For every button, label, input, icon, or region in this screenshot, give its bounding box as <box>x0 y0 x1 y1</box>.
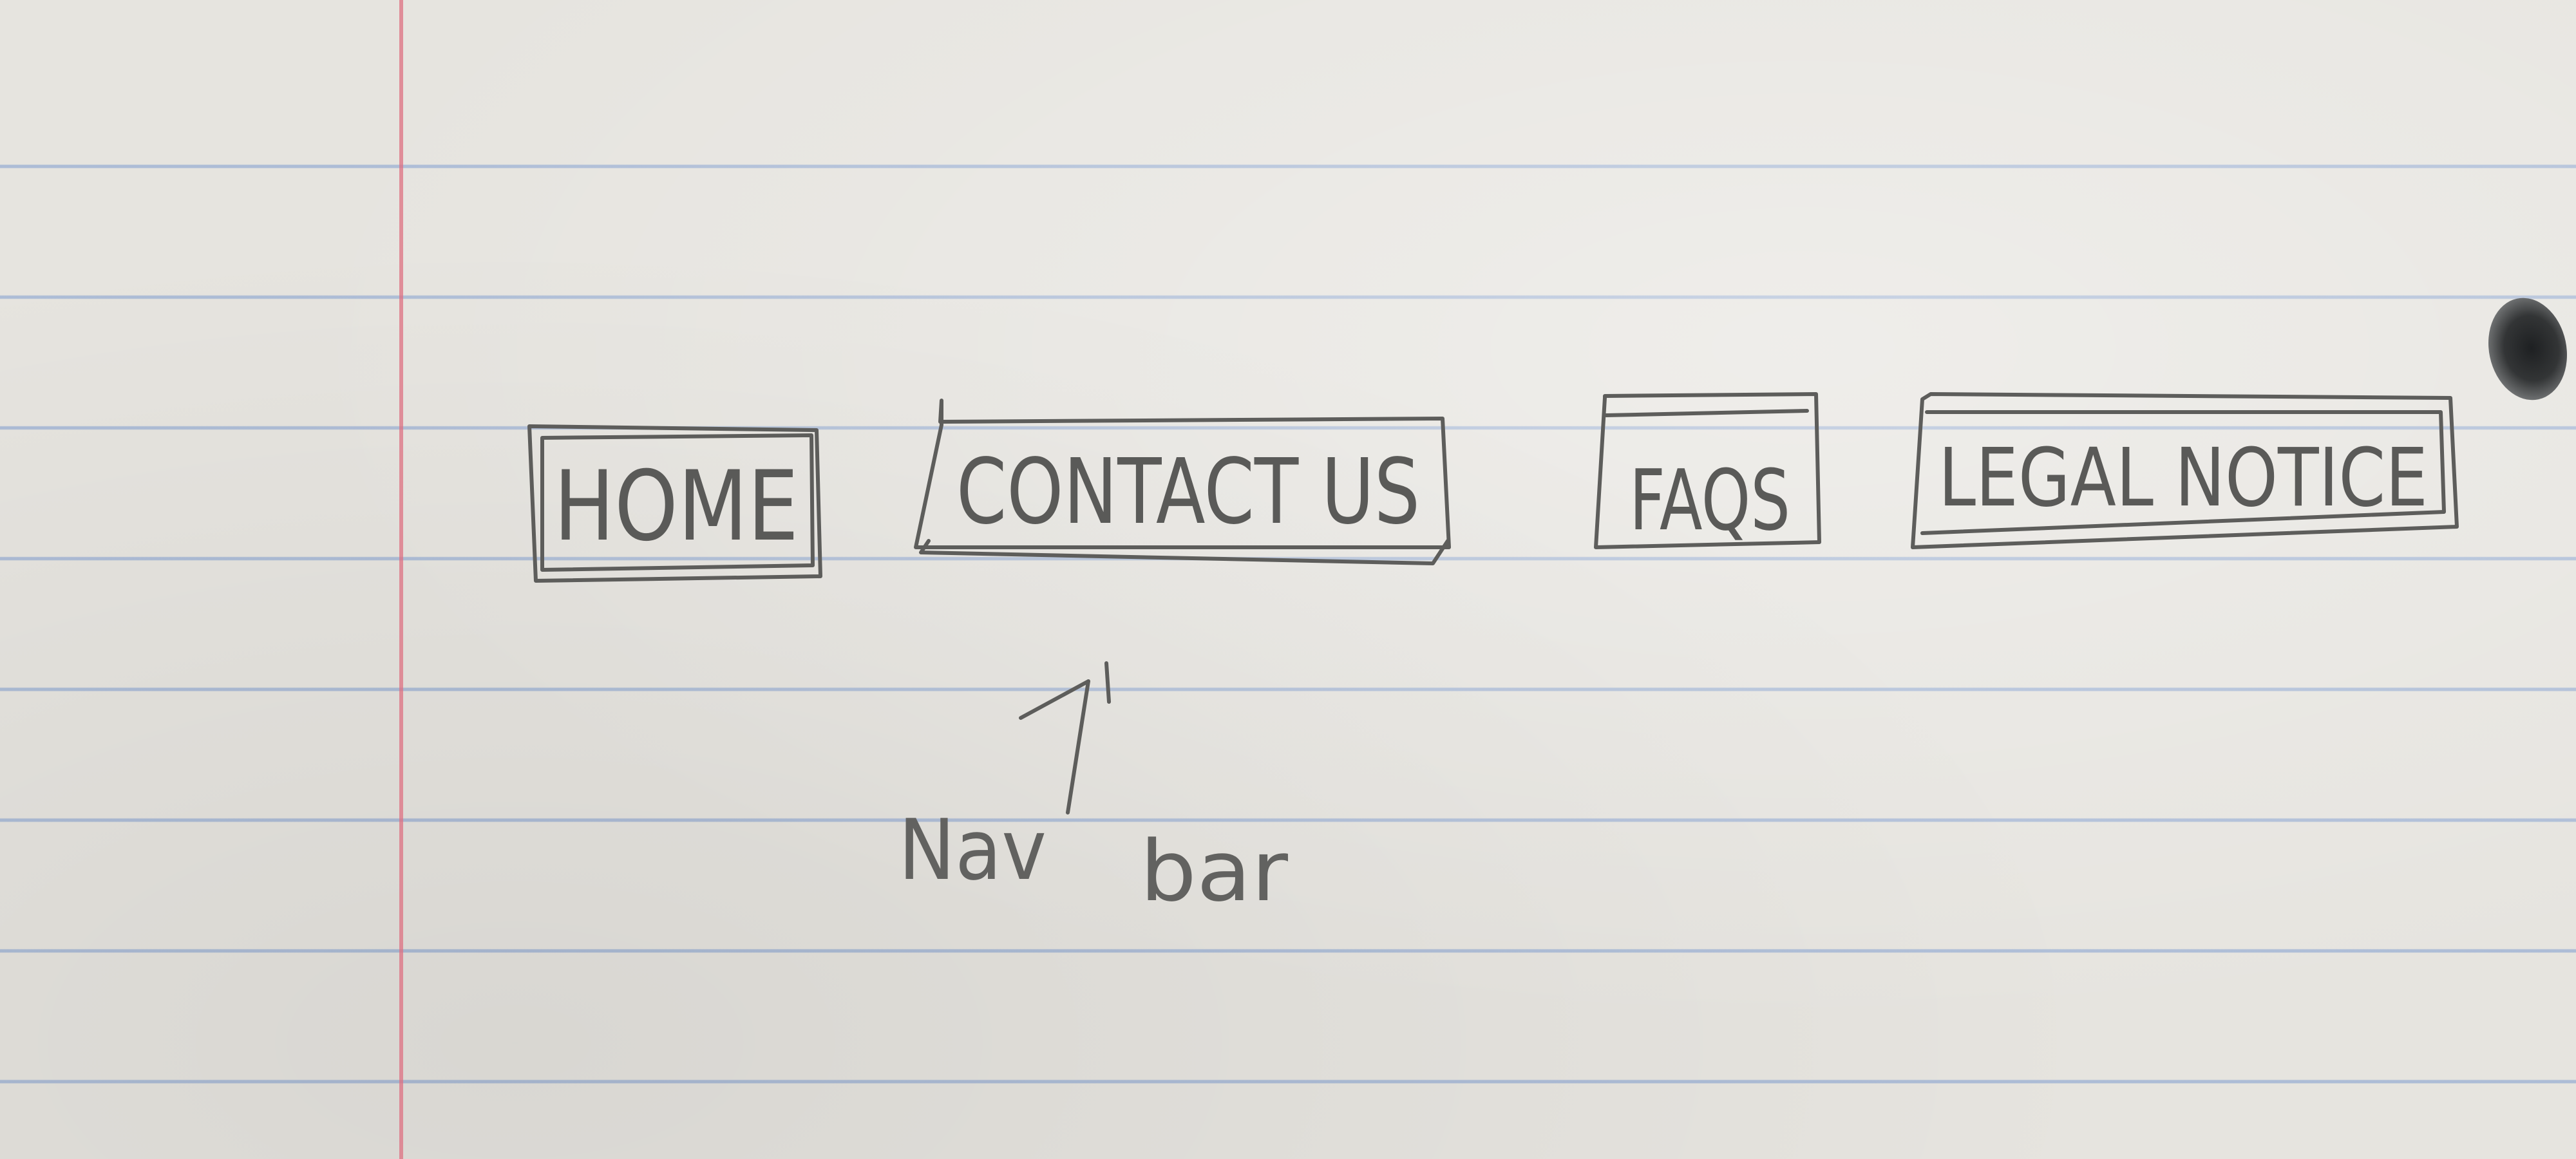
nav-bar-sketch: HOME CONTACT US FAQS LEGAL NOTICE Nav ba… <box>527 392 2459 920</box>
nav-item-contact-us-label: CONTACT US <box>956 440 1420 545</box>
nav-item-legal-notice[interactable]: LEGAL NOTICE <box>1911 392 2459 549</box>
nav-item-faqs-label: FAQS <box>1629 451 1790 549</box>
nav-item-legal-notice-label: LEGAL NOTICE <box>1938 431 2428 525</box>
annotation-text-nav: Nav <box>898 801 1046 899</box>
annotation-arrow <box>1019 661 1111 815</box>
nav-item-home-label: HOME <box>554 451 799 563</box>
nav-item-contact-us[interactable]: CONTACT US <box>914 399 1451 565</box>
nav-item-home[interactable]: HOME <box>527 424 822 583</box>
annotation-text-bar: bar <box>1140 822 1289 920</box>
nav-item-faqs[interactable]: FAQS <box>1594 392 1821 549</box>
